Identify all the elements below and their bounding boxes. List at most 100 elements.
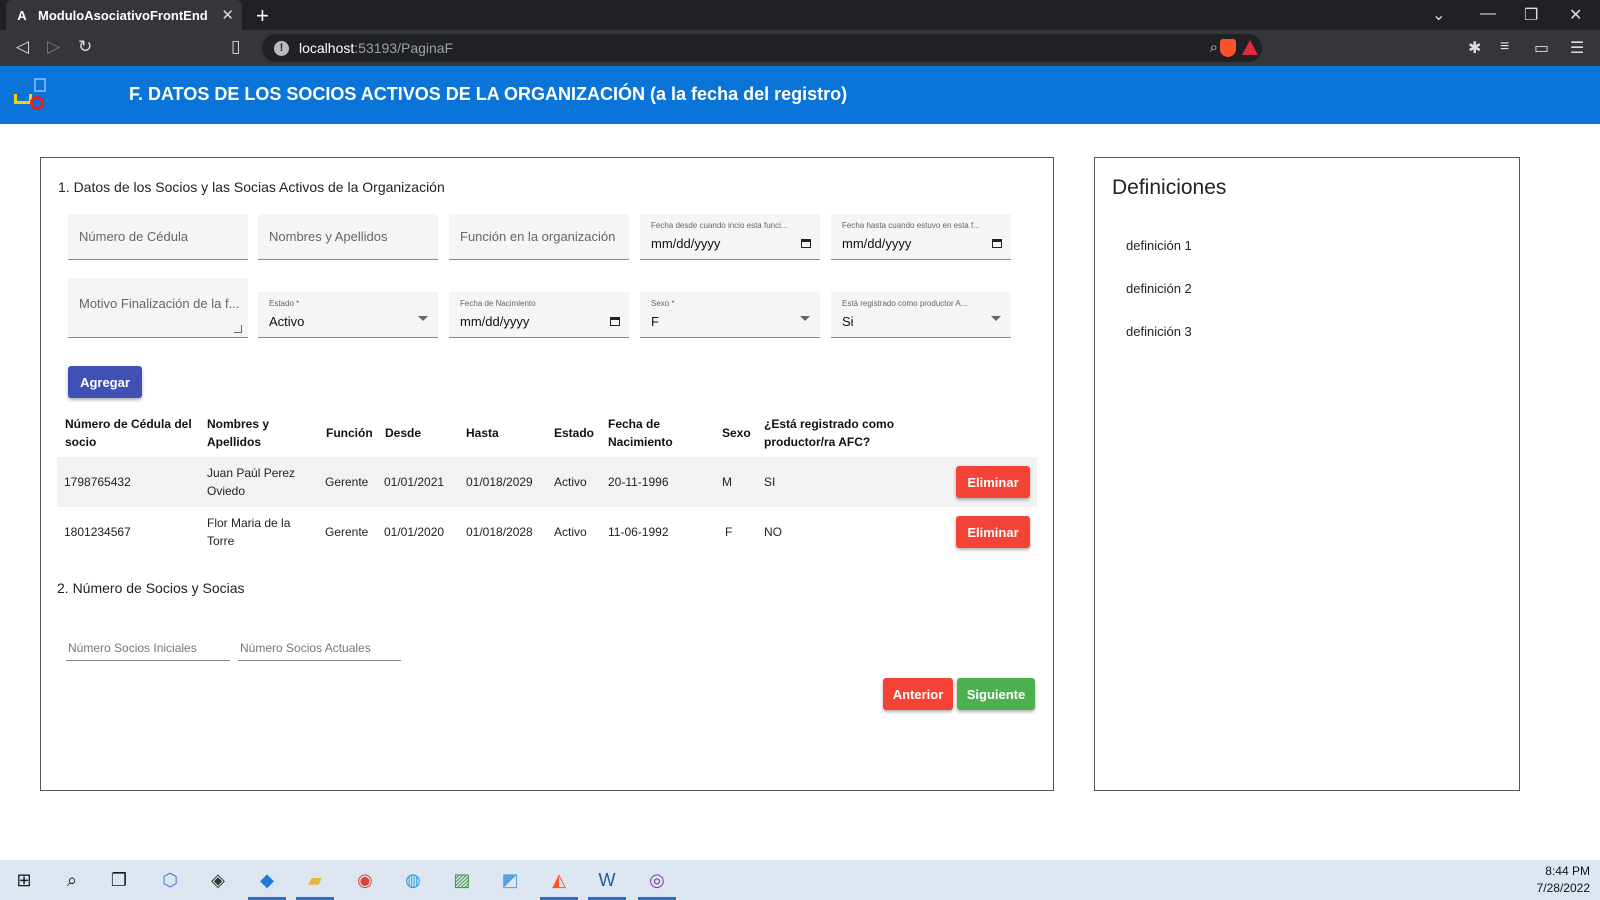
cell-desde: 01/01/2020 <box>384 525 445 539</box>
brave-shields-icon[interactable] <box>1220 39 1236 57</box>
page-title: F. DATOS DE LOS SOCIOS ACTIVOS DE LA ORG… <box>129 84 848 104</box>
new-tab-icon[interactable]: + <box>256 3 269 29</box>
nombres-field[interactable]: Nombres y Apellidos <box>258 214 438 260</box>
th-cedula: Número de Cédula del socio <box>65 417 192 449</box>
back-icon[interactable]: ◁ <box>16 37 29 57</box>
definitions-title: Definiciones <box>1112 176 1227 199</box>
restore-icon[interactable]: ❐ <box>1524 5 1538 25</box>
angular-icon: A <box>17 7 27 23</box>
calendar-icon[interactable] <box>801 239 811 248</box>
bookmark-icon[interactable]: ▯ <box>231 37 240 57</box>
task-view-icon[interactable]: ❐ <box>107 868 131 892</box>
nacimiento-field[interactable]: Fecha de Nacimiento mm/dd/yyyy <box>449 292 629 338</box>
th-nacimiento: Fecha de Nacimiento <box>608 417 673 449</box>
brave-rewards-icon[interactable] <box>1242 40 1258 55</box>
file-explorer-icon[interactable]: ▰ <box>303 868 327 892</box>
cell-cedula: 1801234567 <box>64 525 131 539</box>
url-field[interactable]: ! localhost:53193/PaginaF ⌕ <box>262 34 1262 62</box>
nombres-placeholder: Nombres y Apellidos <box>269 229 388 244</box>
chrome-icon[interactable]: ◉ <box>353 868 377 892</box>
edge-icon[interactable]: ◍ <box>401 868 425 892</box>
calendar-icon[interactable] <box>992 239 1002 248</box>
th-funcion: Función <box>326 426 373 440</box>
windows-start-icon[interactable]: ⊞ <box>12 868 36 892</box>
app-tile-icon[interactable]: ◩ <box>498 868 522 892</box>
zoom-icon[interactable]: ⌕ <box>1210 39 1218 56</box>
vscode-icon[interactable]: ◆ <box>255 868 279 892</box>
eliminar-button[interactable]: Eliminar <box>956 466 1030 498</box>
app-header: F. DATOS DE LOS SOCIOS ACTIVOS DE LA ORG… <box>0 66 1600 124</box>
forward-icon[interactable]: ▷ <box>47 37 60 57</box>
browser-tab[interactable]: A ModuloAsociativoFrontEnd ✕ <box>6 0 242 30</box>
nacimiento-value: mm/dd/yyyy <box>460 314 530 329</box>
window-close-icon[interactable]: ✕ <box>1569 5 1582 25</box>
definition-item: definición 3 <box>1126 324 1192 339</box>
url-path: :53193/PaginaF <box>354 40 454 56</box>
extensions-icon[interactable]: ✱ <box>1468 38 1481 58</box>
minimize-icon[interactable]: — <box>1480 5 1496 23</box>
dropdown-arrow-icon[interactable] <box>800 316 810 321</box>
cedula-field[interactable]: Número de Cédula <box>68 214 248 260</box>
cell-nacimiento: 20-11-1996 <box>608 475 669 489</box>
definitions-card: Definiciones definición 1 definición 2 d… <box>1094 157 1520 791</box>
dropdown-arrow-icon[interactable] <box>991 316 1001 321</box>
word-icon[interactable]: W <box>595 868 619 892</box>
brave-icon[interactable]: ◭ <box>547 868 571 892</box>
cell-sexo: M <box>722 475 732 489</box>
close-tab-icon[interactable]: ✕ <box>221 6 234 24</box>
resize-grip-icon[interactable] <box>234 325 242 333</box>
agregar-button[interactable]: Agregar <box>68 366 142 398</box>
search-icon[interactable]: ⌕ <box>60 868 84 892</box>
estado-value: Activo <box>269 314 305 329</box>
calendar-icon[interactable] <box>610 317 620 326</box>
productor-label: Está registrado como productor A... <box>842 299 968 308</box>
th-sexo: Sexo <box>722 426 751 440</box>
site-info-icon[interactable]: ! <box>274 40 289 56</box>
cell-estado: Activo <box>554 525 587 539</box>
definition-item: definición 2 <box>1126 281 1192 296</box>
app-logo <box>14 76 48 112</box>
eliminar-button[interactable]: Eliminar <box>956 516 1030 548</box>
socios-actuales-input[interactable]: Número Socios Actuales <box>238 631 401 661</box>
productor-value: Si <box>842 314 854 329</box>
estado-select[interactable]: Estado * Activo <box>258 292 438 338</box>
sexo-select[interactable]: Sexo * F <box>640 292 820 338</box>
cell-hasta: 01/018/2029 <box>466 475 533 489</box>
cell-sexo: F <box>725 525 733 539</box>
estado-label: Estado * <box>269 299 300 308</box>
sexo-value: F <box>651 314 659 329</box>
siguiente-button[interactable]: Siguiente <box>957 678 1035 710</box>
cell-cedula: 1798765432 <box>64 475 131 489</box>
th-nombres: Nombres y Apellidos <box>207 417 270 449</box>
address-bar-row: ◁ ▷ ↻ ▯ ! localhost:53193/PaginaF ⌕ ✱ ≡ … <box>0 30 1600 66</box>
dropdown-arrow-icon[interactable] <box>418 316 428 321</box>
fecha-desde-field[interactable]: Fecha desde cuando incio esta funci... m… <box>640 214 820 260</box>
productor-select[interactable]: Está registrado como productor A... Si <box>831 292 1011 338</box>
playlist-icon[interactable]: ≡ <box>1500 38 1509 56</box>
table-row: 1798765432 Juan Paúl Perez Oviedo Gerent… <box>57 457 1037 507</box>
fecha-desde-label: Fecha desde cuando incio esta funci... <box>651 221 788 230</box>
app-hexagon-icon[interactable]: ⬡ <box>158 868 182 892</box>
cell-nacimiento: 11-06-1992 <box>608 525 669 539</box>
url-host: localhost <box>299 40 355 56</box>
th-desde: Desde <box>385 426 422 440</box>
wallet-icon[interactable]: ▭ <box>1534 38 1549 58</box>
menu-icon[interactable]: ☰ <box>1570 38 1584 58</box>
browser-tab-bar: A ModuloAsociativoFrontEnd ✕ + ⌄ — ❐ ✕ <box>0 0 1600 30</box>
unity-icon[interactable]: ◈ <box>206 868 230 892</box>
funcion-field[interactable]: Función en la organización <box>449 214 629 260</box>
tab-search-icon[interactable]: ⌄ <box>1432 5 1445 25</box>
cedula-placeholder: Número de Cédula <box>79 229 189 244</box>
github-desktop-icon[interactable]: ◎ <box>645 868 669 892</box>
image-editor-icon[interactable]: ▨ <box>450 868 474 892</box>
windows-taskbar: ⊞ ⌕ ❐ ⬡ ◈ ◆ ▰ ◉ ◍ ▨ ◩ ◭ W ◎ 8:44 PM 7/28… <box>0 860 1600 900</box>
motivo-textarea[interactable]: Motivo Finalización de la f... <box>68 278 248 338</box>
reload-icon[interactable]: ↻ <box>78 37 92 57</box>
socios-iniciales-input[interactable]: Número Socios Iniciales <box>66 631 230 661</box>
fecha-hasta-field[interactable]: Fecha hasta cuando estuvo en esta f... m… <box>831 214 1011 260</box>
tab-title: ModuloAsociativoFrontEnd <box>38 7 208 23</box>
cell-hasta: 01/018/2028 <box>466 525 533 539</box>
anterior-button[interactable]: Anterior <box>883 678 953 710</box>
cell-funcion: Gerente <box>325 475 369 489</box>
taskbar-clock[interactable]: 8:44 PM 7/28/2022 <box>1537 863 1590 897</box>
